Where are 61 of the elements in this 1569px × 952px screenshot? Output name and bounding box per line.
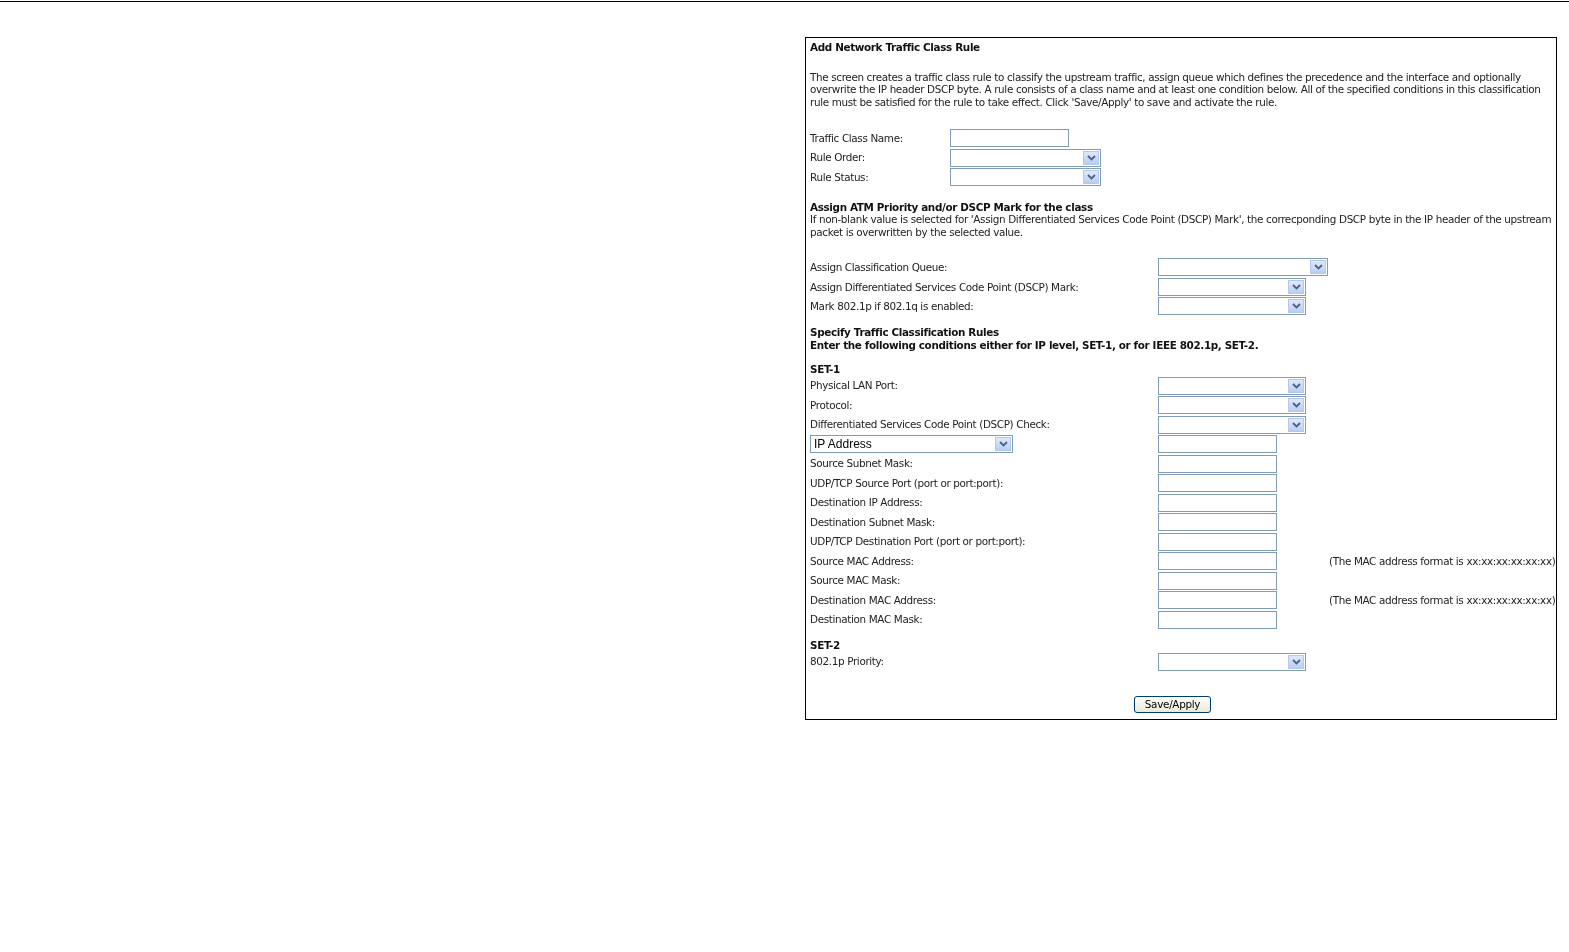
dropdown[interactable] — [1158, 376, 1306, 395]
save-apply-button[interactable]: Save/Apply — [1133, 695, 1212, 713]
field-label: UDP/TCP Destination Port (port or port:port): — [810, 535, 1027, 548]
caret-icon — [1291, 421, 1301, 428]
field-label: Differentiated Services Code Point (DSCP) Check: — [810, 418, 1051, 431]
dropdown[interactable] — [950, 168, 1101, 187]
caret-icon — [1291, 382, 1301, 389]
form-title: Add Network Traffic Class Rule — [810, 41, 981, 54]
section-description: If non-blank value is selected for 'Assign Differentiated Services Code Point (DSCP) Mark', the correcponding DSCP byte in the IP header of the upstream packet is overwritten by the selected value. — [810, 213, 1552, 239]
field-label: Destination MAC Address: — [810, 593, 937, 607]
field-label: Source Subnet Mask: — [810, 457, 914, 470]
field-label: Assign Classification Queue: — [810, 261, 949, 274]
field-label: Destination IP Address: — [810, 496, 924, 509]
field-label: Mark 802.1p if 802.1q is enabled: — [810, 300, 975, 313]
dropdown[interactable] — [950, 148, 1101, 167]
dropdown[interactable] — [1158, 277, 1306, 296]
format-hint: (The MAC address format is xx:xx:xx:xx:xx:xx) — [1329, 554, 1556, 568]
input-field[interactable] — [1158, 513, 1277, 532]
dropdown[interactable] — [1158, 396, 1306, 415]
field-label: Traffic Class Name: — [810, 131, 904, 145]
field-label: UDP/TCP Source Port (port or port:port): — [810, 476, 1005, 490]
input-field[interactable] — [1158, 454, 1277, 473]
caret-icon — [998, 441, 1008, 448]
input-field[interactable] — [1158, 493, 1277, 512]
input-field[interactable] — [1158, 552, 1277, 571]
section-subheading: Enter the following conditions either for IP level, SET-1, or for IEEE 802.1p, SET-2. — [810, 338, 1260, 352]
field-label: Destination Subnet Mask: — [810, 515, 936, 529]
set-heading: SET-2 — [810, 639, 841, 653]
field-label: Rule Order: — [810, 151, 866, 164]
field-label: Physical LAN Port: — [810, 379, 899, 392]
dropdown[interactable] — [1158, 258, 1328, 277]
caret-icon — [1086, 174, 1096, 181]
field-label: 802.1p Priority: — [810, 655, 885, 669]
dropdown[interactable] — [1158, 297, 1306, 316]
field-label: Source MAC Mask: — [810, 574, 902, 587]
input-field[interactable] — [1158, 610, 1277, 629]
set-heading: SET-1 — [810, 363, 841, 376]
input-field[interactable] — [1158, 571, 1277, 590]
section-heading: Specify Traffic Classification Rules — [810, 326, 1000, 339]
input-field[interactable] — [1158, 591, 1277, 610]
field-label: Protocol: — [810, 398, 854, 412]
input-field[interactable] — [1158, 532, 1277, 551]
caret-icon — [1291, 402, 1301, 409]
dropdown[interactable] — [1158, 652, 1306, 671]
input-field[interactable] — [1158, 435, 1277, 454]
caret-icon — [1291, 303, 1301, 310]
input-field[interactable] — [1158, 474, 1277, 493]
field-label: Source MAC Address: — [810, 554, 915, 568]
caret-icon — [1086, 154, 1096, 161]
field-label: Destination MAC Mask: — [810, 613, 924, 626]
field-label: Assign Differentiated Services Code Point (DSCP) Mark: — [810, 280, 1080, 294]
description-text: The screen creates a traffic class rule to classify the upstream traffic, assign queue which defines the precedence and the interface and optionally overwrite the IP header DSCP byte. A rule consists of a class name and at least one condition below. All of the specified conditions in this classification rule must be satisfied for the rule to take effect. Click 'Save/Apply' to save and activate the rule. — [810, 70, 1542, 109]
dropdown[interactable]: IP Address — [810, 435, 1013, 454]
field-label: Rule Status: — [810, 170, 870, 184]
format-hint: (The MAC address format is xx:xx:xx:xx:xx:xx) — [1329, 593, 1556, 607]
section-heading: Assign ATM Priority and/or DSCP Mark for the class — [810, 200, 1094, 214]
caret-icon — [1291, 658, 1301, 665]
dropdown[interactable] — [1158, 415, 1306, 434]
input-field[interactable] — [950, 129, 1069, 148]
caret-icon — [1313, 264, 1323, 271]
caret-icon — [1291, 283, 1301, 290]
